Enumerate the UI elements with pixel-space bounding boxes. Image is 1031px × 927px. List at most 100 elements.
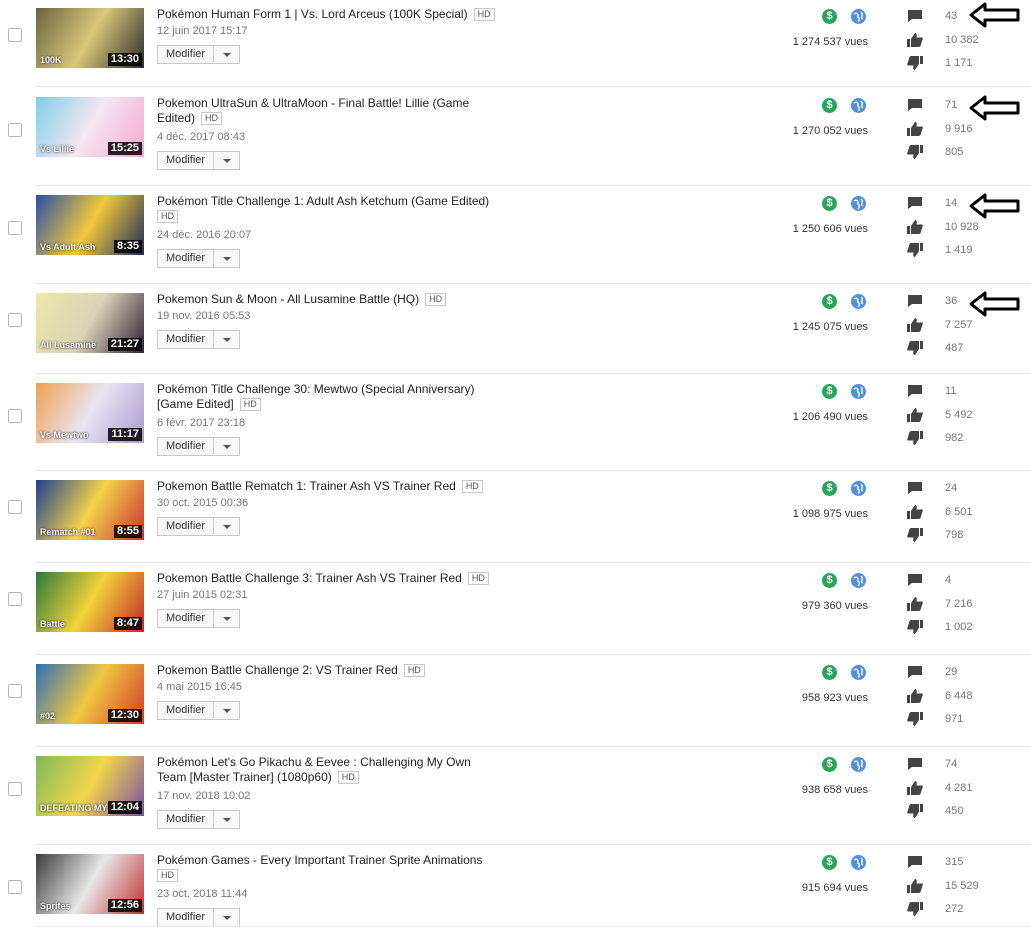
like-count: 6 448 — [945, 690, 973, 702]
edit-button[interactable]: Modifier — [157, 517, 240, 536]
video-title-text[interactable]: Pokémon Let's Go Pikachu & Eevee : Chall… — [157, 755, 471, 784]
edit-button[interactable]: Modifier — [157, 151, 240, 170]
edit-button[interactable]: Modifier — [157, 908, 240, 927]
annotation-arrow-icon — [969, 2, 1021, 28]
video-thumbnail[interactable]: Vs Mewtwo 11:17 — [36, 383, 144, 443]
edit-button-label[interactable]: Modifier — [158, 46, 214, 63]
edit-button-label[interactable]: Modifier — [158, 438, 214, 455]
monetization-icon[interactable]: $ — [822, 196, 837, 211]
select-checkbox[interactable] — [8, 880, 22, 894]
select-checkbox[interactable] — [8, 313, 22, 327]
video-thumbnail[interactable]: Battle 8:47 — [36, 572, 144, 632]
edit-button-label[interactable]: Modifier — [158, 518, 214, 535]
edit-button[interactable]: Modifier — [157, 609, 240, 628]
monetization-icon[interactable]: $ — [822, 98, 837, 113]
video-thumbnail[interactable]: DEFEATING MY OWN 12:04 — [36, 756, 144, 816]
edit-button-label[interactable]: Modifier — [158, 811, 214, 828]
monetization-icon[interactable]: $ — [822, 757, 837, 772]
chevron-down-icon[interactable] — [214, 46, 239, 63]
comment-count: 4 — [945, 574, 952, 586]
video-title-text[interactable]: Pokemon Battle Rematch 1: Trainer Ash VS… — [157, 479, 456, 493]
video-title[interactable]: Pokemon Battle Challenge 3: Trainer Ash … — [157, 571, 497, 586]
video-title[interactable]: Pokémon Games - Every Important Trainer … — [157, 853, 497, 883]
video-thumbnail[interactable]: All Lusamine 21:27 — [36, 293, 144, 353]
chevron-down-icon[interactable] — [214, 331, 239, 348]
video-thumbnail[interactable]: Rematch #01 8:55 — [36, 480, 144, 540]
video-title[interactable]: Pokémon Let's Go Pikachu & Eevee : Chall… — [157, 755, 497, 785]
select-checkbox[interactable] — [8, 409, 22, 423]
edit-button[interactable]: Modifier — [157, 330, 240, 349]
view-count-number: 1 245 075 — [792, 321, 842, 333]
monetization-icon[interactable]: $ — [822, 384, 837, 399]
hd-badge: HD — [239, 398, 261, 411]
video-title[interactable]: Pokémon Human Form 1 | Vs. Lord Arceus (… — [157, 7, 497, 22]
select-checkbox[interactable] — [8, 592, 22, 606]
edit-button-label[interactable]: Modifier — [158, 331, 214, 348]
video-title-text[interactable]: Pokemon Battle Challenge 3: Trainer Ash … — [157, 571, 462, 585]
monetization-icon[interactable]: $ — [822, 294, 837, 309]
video-title[interactable]: Pokemon Battle Challenge 2: VS Trainer R… — [157, 663, 497, 678]
public-globe-icon[interactable] — [851, 481, 866, 496]
video-title-text[interactable]: Pokémon Human Form 1 | Vs. Lord Arceus (… — [157, 7, 468, 21]
video-thumbnail[interactable]: Vs Lillie 15:25 — [36, 97, 144, 157]
video-thumbnail[interactable]: Sprites 12:56 — [36, 854, 144, 914]
select-checkbox[interactable] — [8, 782, 22, 796]
chevron-down-icon[interactable] — [214, 152, 239, 169]
public-globe-icon[interactable] — [851, 9, 866, 24]
video-thumbnail[interactable]: 100K 13:30 — [36, 8, 144, 68]
monetization-icon[interactable]: $ — [822, 9, 837, 24]
video-thumbnail[interactable]: #02 12:30 — [36, 664, 144, 724]
chevron-down-icon[interactable] — [214, 518, 239, 535]
select-checkbox[interactable] — [8, 500, 22, 514]
hd-badge: HD — [473, 8, 495, 21]
view-count-number: 1 250 606 — [792, 223, 842, 235]
video-title[interactable]: Pokemon UltraSun & UltraMoon - Final Bat… — [157, 96, 497, 126]
public-globe-icon[interactable] — [851, 196, 866, 211]
view-count-suffix: vues — [844, 223, 868, 235]
public-globe-icon[interactable] — [851, 98, 866, 113]
edit-button[interactable]: Modifier — [157, 437, 240, 456]
video-title-text[interactable]: Pokemon Sun & Moon - All Lusamine Battle… — [157, 292, 419, 306]
public-globe-icon[interactable] — [851, 573, 866, 588]
edit-button[interactable]: Modifier — [157, 45, 240, 64]
edit-button-label[interactable]: Modifier — [158, 250, 214, 267]
video-title-text[interactable]: Pokémon Games - Every Important Trainer … — [157, 853, 482, 867]
video-duration: 8:47 — [113, 617, 142, 630]
chevron-down-icon[interactable] — [214, 811, 239, 828]
video-title-text[interactable]: Pokémon Title Challenge 1: Adult Ash Ket… — [157, 194, 489, 208]
public-globe-icon[interactable] — [851, 384, 866, 399]
video-title-text[interactable]: Pokemon Battle Challenge 2: VS Trainer R… — [157, 663, 398, 677]
public-globe-icon[interactable] — [851, 665, 866, 680]
select-checkbox[interactable] — [8, 221, 22, 235]
video-thumbnail[interactable]: Vs Adult Ash 8:35 — [36, 195, 144, 255]
chevron-down-icon[interactable] — [214, 250, 239, 267]
edit-button[interactable]: Modifier — [157, 810, 240, 829]
edit-button[interactable]: Modifier — [157, 701, 240, 720]
view-count-suffix: vues — [844, 692, 868, 704]
monetization-icon[interactable]: $ — [822, 855, 837, 870]
video-title[interactable]: Pokémon Title Challenge 1: Adult Ash Ket… — [157, 194, 497, 224]
chevron-down-icon[interactable] — [214, 610, 239, 627]
edit-button-label[interactable]: Modifier — [158, 152, 214, 169]
select-checkbox[interactable] — [8, 684, 22, 698]
edit-button[interactable]: Modifier — [157, 249, 240, 268]
chevron-down-icon[interactable] — [214, 702, 239, 719]
public-globe-icon[interactable] — [851, 294, 866, 309]
edit-button-label[interactable]: Modifier — [158, 909, 214, 926]
public-globe-icon[interactable] — [851, 757, 866, 772]
monetization-icon[interactable]: $ — [822, 481, 837, 496]
chevron-down-icon[interactable] — [214, 909, 239, 926]
video-title[interactable]: Pokemon Sun & Moon - All Lusamine Battle… — [157, 292, 497, 307]
edit-button-label[interactable]: Modifier — [158, 610, 214, 627]
chevron-down-icon[interactable] — [214, 438, 239, 455]
monetization-icon[interactable]: $ — [822, 665, 837, 680]
video-title-text[interactable]: Pokémon Title Challenge 30: Mewtwo (Spec… — [157, 382, 474, 411]
video-title[interactable]: Pokémon Title Challenge 30: Mewtwo (Spec… — [157, 382, 497, 412]
select-checkbox[interactable] — [8, 28, 22, 42]
monetization-icon[interactable]: $ — [822, 573, 837, 588]
video-title[interactable]: Pokemon Battle Rematch 1: Trainer Ash VS… — [157, 479, 497, 494]
video-row: #02 12:30 Pokemon Battle Challenge 2: VS T… — [0, 656, 1031, 747]
select-checkbox[interactable] — [8, 123, 22, 137]
edit-button-label[interactable]: Modifier — [158, 702, 214, 719]
public-globe-icon[interactable] — [851, 855, 866, 870]
